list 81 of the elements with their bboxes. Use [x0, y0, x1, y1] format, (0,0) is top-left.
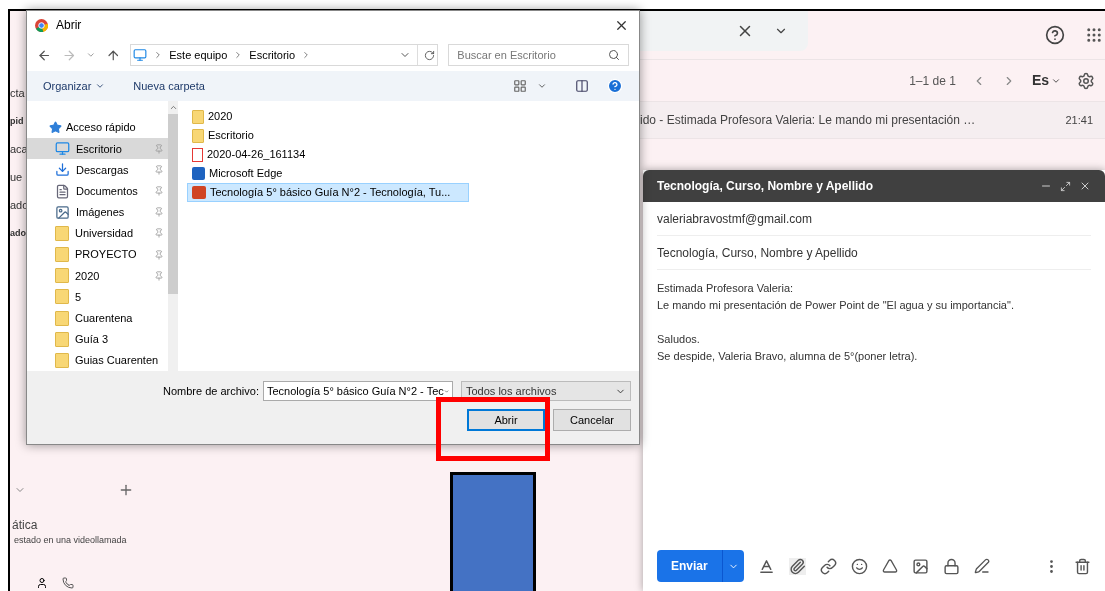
recipient-field[interactable]: valeriabravostmf@gmail.com — [657, 209, 812, 228]
sidebar-text: cta — [10, 86, 25, 101]
body-line: Estimada Profesora Valeria: — [657, 281, 795, 296]
browser-logo-icon — [35, 18, 48, 32]
scrollbar[interactable] — [168, 101, 179, 371]
sidebar-text: ue — [10, 170, 23, 185]
new-folder-button[interactable]: Nueva carpeta — [133, 77, 205, 95]
photo-icon[interactable] — [911, 557, 929, 575]
email-time: 21:41 — [1065, 112, 1093, 128]
pagination-text: 1–1 de 1 — [909, 72, 956, 90]
organize-button[interactable]: Organizar — [43, 77, 106, 95]
folder-icon — [55, 289, 69, 305]
phone-icon[interactable] — [62, 577, 74, 589]
apps-icon[interactable] — [1085, 26, 1103, 44]
sidebar-item[interactable]: Cuarentena — [27, 307, 169, 329]
search-icon[interactable] — [608, 49, 620, 61]
view-icon[interactable] — [513, 79, 527, 93]
star-icon — [49, 121, 62, 135]
subject-field[interactable]: Tecnología, Curso, Nombre y Apellido — [657, 243, 858, 262]
email-snippet: ido - Estimada Profesora Valeria: Le mando mi presentación … — [640, 112, 976, 129]
body-line: Saludos. — [657, 332, 701, 347]
formatting-icon[interactable] — [757, 557, 775, 575]
scroll-up-icon[interactable] — [168, 103, 178, 112]
sidebar-item[interactable]: Guía 3 — [27, 328, 169, 350]
file-item[interactable]: Escritorio — [187, 126, 469, 145]
folder-icon — [55, 247, 69, 263]
emoji-icon[interactable] — [850, 557, 868, 575]
sidebar-item[interactable]: 5 — [27, 286, 169, 308]
settings-icon[interactable] — [1077, 71, 1095, 90]
download-icon — [55, 162, 70, 178]
paperclip-icon[interactable] — [788, 557, 806, 575]
file-item[interactable]: Tecnología 5° básico Guía N°2 - Tecnología, Tu... — [187, 183, 469, 202]
sidebar-text: ado — [10, 227, 26, 240]
sidebar-item[interactable]: Universidad — [27, 222, 169, 245]
sidebar-item[interactable]: Imágenes — [27, 201, 169, 223]
status-text: estado en una videollamada — [13, 533, 128, 547]
contacts-icon[interactable] — [36, 577, 48, 589]
sidebar-item[interactable]: Documentos — [27, 180, 169, 202]
quick-access-label: Acceso rápido — [66, 120, 136, 136]
folder-icon — [192, 109, 204, 124]
folder-icon — [55, 225, 69, 241]
body-line: Le mando mi presentación de Power Point de "El agua y su importancia". — [657, 298, 1015, 313]
dialog-button[interactable]: Abrir — [467, 409, 545, 431]
search-field[interactable]: Buscar en Escritorio — [448, 44, 629, 66]
sidebar-item[interactable]: Guias Cuarenten — [27, 349, 169, 372]
caret-icon[interactable] — [95, 81, 106, 91]
folder-icon — [55, 268, 69, 284]
folder-icon — [192, 128, 204, 143]
folder-icon — [55, 331, 69, 347]
sidebar-text: pid — [10, 115, 24, 128]
file-item[interactable]: 2020 — [187, 107, 469, 126]
link-icon[interactable] — [819, 557, 837, 575]
body-line: Se despide, Valeria Bravo, alumna de 5°(poner letra). — [657, 349, 919, 364]
input-tools-button[interactable]: Es — [1031, 70, 1061, 91]
folder-icon — [55, 352, 69, 368]
preview-pane-icon[interactable] — [575, 79, 589, 93]
filename-field[interactable]: Tecnología 5° básico Guía N°2 - Tec — [263, 381, 453, 401]
sidebar-item[interactable]: Descargas — [27, 159, 169, 181]
address-bar[interactable]: Este equipo Escritorio — [130, 44, 439, 66]
close-icon[interactable] — [1079, 180, 1091, 192]
sidebar-item[interactable]: 2020 — [27, 265, 169, 287]
expand-icon[interactable] — [1060, 180, 1071, 192]
compose-title: Tecnología, Curso, Nombre y Apellido — [657, 178, 874, 195]
monitor-icon — [55, 141, 70, 157]
document-icon — [55, 183, 70, 199]
file-item[interactable]: Microsoft Edge — [187, 164, 469, 183]
sidebar-item[interactable]: PROYECTO — [27, 244, 169, 266]
status-title: ática — [11, 516, 39, 534]
trash-icon[interactable] — [1074, 557, 1091, 575]
dialog-button[interactable]: Cancelar — [553, 409, 631, 431]
send-button[interactable]: Enviar — [657, 550, 722, 582]
dialog-title: Abrir — [56, 17, 82, 34]
help-icon[interactable] — [1045, 25, 1065, 45]
message-body[interactable]: Estimada Profesora Valeria: Le mando mi presentación de Power Point de "El agua y su importancia". Saludos. Se despide, Valeria Bravo, alumna de 5°(poner letra). — [657, 280, 1091, 382]
pen-icon[interactable] — [973, 558, 990, 574]
folder-icon — [55, 310, 69, 326]
sidebar-item[interactable]: Escritorio — [27, 138, 169, 160]
filename-label: Nombre de archivo: — [163, 383, 259, 399]
caret-icon[interactable] — [537, 81, 547, 91]
file-item[interactable]: 2020-04-26_161134 — [187, 145, 469, 164]
picture-icon — [55, 204, 70, 220]
